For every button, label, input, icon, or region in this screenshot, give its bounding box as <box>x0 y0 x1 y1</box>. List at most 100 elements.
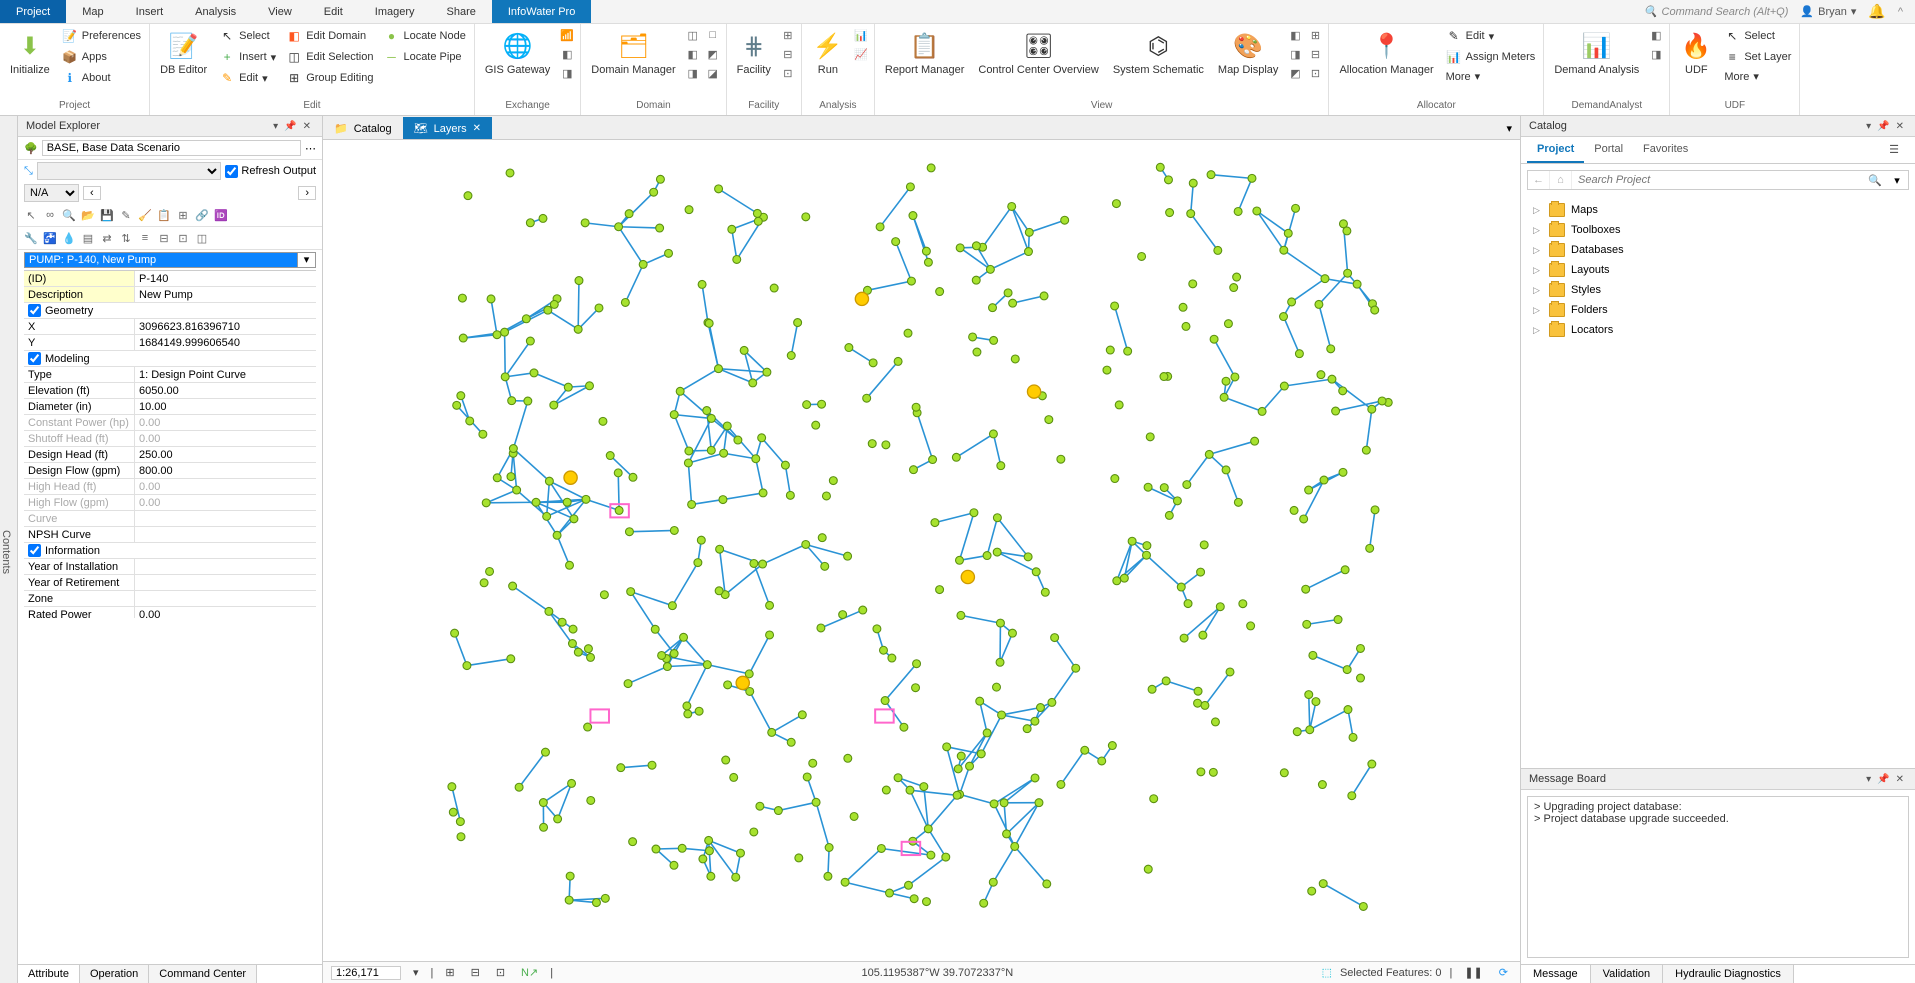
facility-opt-2[interactable]: ⊟ <box>779 45 797 63</box>
element-select-input[interactable] <box>24 252 298 268</box>
property-row[interactable]: Modeling <box>24 351 316 367</box>
catalog-home-icon[interactable]: ⌂ <box>1550 171 1572 189</box>
preferences-button[interactable]: 📝Preferences <box>58 26 145 46</box>
edit-selection-button[interactable]: ◫Edit Selection <box>282 47 377 67</box>
property-row[interactable]: Year of Retirement <box>24 575 316 591</box>
tb-id[interactable]: 🆔 <box>212 206 230 224</box>
property-row[interactable]: Geometry <box>24 303 316 319</box>
close-icon[interactable]: ✕ <box>300 121 314 132</box>
demand-opt-2[interactable]: ◨ <box>1647 45 1665 63</box>
run-button[interactable]: ⚡Run <box>806 26 850 80</box>
tb2-7[interactable]: ≡ <box>136 229 154 247</box>
analysis-opt-2[interactable]: 📈 <box>852 45 870 63</box>
tb-chain[interactable]: 🔗 <box>193 206 211 224</box>
tb2-4[interactable]: ▤ <box>79 229 97 247</box>
catalog-item-maps[interactable]: ▷Maps <box>1529 200 1907 220</box>
property-row[interactable]: Constant Power (hp)0.00 <box>24 415 316 431</box>
close-icon[interactable]: ✕ <box>1893 121 1907 132</box>
close-tab-icon[interactable]: ✕ <box>473 123 481 134</box>
property-row[interactable]: Design Head (ft)250.00 <box>24 447 316 463</box>
tb-edit[interactable]: ✎ <box>117 206 135 224</box>
prev-button[interactable]: ‹ <box>83 186 101 200</box>
close-icon[interactable]: ✕ <box>1893 774 1907 785</box>
map-display-button[interactable]: 🎨Map Display <box>1212 26 1285 80</box>
catalog-favorites-tab[interactable]: Favorites <box>1633 137 1698 163</box>
catalog-item-toolboxes[interactable]: ▷Toolboxes <box>1529 220 1907 240</box>
catalog-project-tab[interactable]: Project <box>1527 137 1584 163</box>
domain-opt-2[interactable]: ◧ <box>684 45 702 63</box>
tb-zoom[interactable]: 🔍 <box>60 206 78 224</box>
panel-options-icon[interactable]: ▾ <box>270 121 281 132</box>
tab-analysis[interactable]: Analysis <box>179 0 252 23</box>
pin-icon[interactable]: 📌 <box>281 121 299 132</box>
property-row[interactable]: Shutoff Head (ft)0.00 <box>24 431 316 447</box>
tab-map[interactable]: Map <box>66 0 119 23</box>
domain-opt-1[interactable]: ◫ <box>684 26 702 44</box>
scenario-input[interactable] <box>42 140 301 156</box>
property-row[interactable]: High Flow (gpm)0.00 <box>24 495 316 511</box>
pin-icon[interactable]: 📌 <box>1874 121 1892 132</box>
property-row[interactable]: High Head (ft)0.00 <box>24 479 316 495</box>
doc-tabs-menu[interactable]: ▾ <box>1498 118 1520 139</box>
tab-imagery[interactable]: Imagery <box>359 0 431 23</box>
domain-manager-button[interactable]: 🗂Domain Manager <box>585 26 681 80</box>
view-opt-1[interactable]: ◧ <box>1286 26 1304 44</box>
udf-button[interactable]: 🔥UDF <box>1674 26 1718 80</box>
refresh-icon[interactable]: ⟳ <box>1495 966 1512 979</box>
selected-features-label[interactable]: Selected Features: 0 <box>1340 967 1442 979</box>
tab-project[interactable]: Project <box>0 0 66 23</box>
tool-icon[interactable]: ⤡ <box>24 165 33 178</box>
catalog-doc-tab[interactable]: 📁Catalog <box>323 117 403 139</box>
tab-edit[interactable]: Edit <box>308 0 359 23</box>
apps-button[interactable]: 📦Apps <box>58 47 145 67</box>
udf-select-button[interactable]: ↖Select <box>1720 26 1795 46</box>
tb2-9[interactable]: ⊡ <box>174 229 192 247</box>
tab-view[interactable]: View <box>252 0 308 23</box>
command-center-tab[interactable]: Command Center <box>149 965 257 983</box>
initialize-button[interactable]: ⬇Initialize <box>4 26 56 80</box>
catalog-back-icon[interactable]: ← <box>1528 171 1550 189</box>
tb2-8[interactable]: ⊟ <box>155 229 173 247</box>
exchange-opt-1[interactable]: 📶 <box>558 26 576 44</box>
sb-tool-4[interactable]: N↗ <box>517 966 542 979</box>
group-editing-button[interactable]: ⊞Group Editing <box>282 68 377 88</box>
control-center-button[interactable]: 🎛Control Center Overview <box>972 26 1104 80</box>
property-row[interactable]: NPSH Curve <box>24 527 316 543</box>
property-row[interactable]: Diameter (in)10.00 <box>24 399 316 415</box>
catalog-search-icon[interactable]: 🔍 <box>1864 171 1886 189</box>
property-row[interactable]: Type1: Design Point Curve <box>24 367 316 383</box>
exchange-opt-2[interactable]: ◧ <box>558 45 576 63</box>
analysis-opt-1[interactable]: 📊 <box>852 26 870 44</box>
view-opt-6[interactable]: ⊡ <box>1306 64 1324 82</box>
element-select-dropdown[interactable]: ▾ <box>298 252 316 268</box>
tb-link[interactable]: ∞ <box>41 206 59 224</box>
db-editor-button[interactable]: 📝DB Editor <box>154 26 213 80</box>
insert-button[interactable]: +Insert ▾ <box>215 47 280 67</box>
allocator-edit-button[interactable]: ✎Edit ▾ <box>1442 26 1540 46</box>
about-button[interactable]: ℹAbout <box>58 68 145 88</box>
gis-gateway-button[interactable]: 🌐GIS Gateway <box>479 26 556 80</box>
exchange-opt-3[interactable]: ◨ <box>558 64 576 82</box>
panel-options-icon[interactable]: ▾ <box>1863 121 1874 132</box>
user-menu[interactable]: 👤 Bryan ▾ <box>1800 5 1856 18</box>
tb2-1[interactable]: 🔧 <box>22 229 40 247</box>
scenario-options-icon[interactable]: ⋯ <box>305 142 316 155</box>
tab-share[interactable]: Share <box>431 0 492 23</box>
refresh-output-checkbox[interactable]: Refresh Output <box>225 165 316 178</box>
catalog-item-styles[interactable]: ▷Styles <box>1529 280 1907 300</box>
domain-opt-5[interactable]: ◩ <box>704 45 722 63</box>
property-row[interactable]: Rated Power0.00 <box>24 607 316 618</box>
locate-node-button[interactable]: ●Locate Node <box>379 26 469 46</box>
facility-opt-3[interactable]: ⊡ <box>779 64 797 82</box>
layers-doc-tab[interactable]: 🗺Layers✕ <box>403 117 492 139</box>
scale-dropdown[interactable]: ▾ <box>409 966 423 979</box>
tb-copy[interactable]: 📋 <box>155 206 173 224</box>
command-search[interactable]: 🔍 Command Search (Alt+Q) <box>1644 5 1789 18</box>
map-view[interactable] <box>323 140 1520 961</box>
pin-icon[interactable]: 📌 <box>1874 774 1892 785</box>
assign-meters-button[interactable]: 📊Assign Meters <box>1442 47 1540 67</box>
catalog-item-folders[interactable]: ▷Folders <box>1529 300 1907 320</box>
filter-select[interactable] <box>37 162 222 180</box>
property-row[interactable]: Year of Installation <box>24 559 316 575</box>
notifications-icon[interactable]: 🔔 <box>1868 3 1885 20</box>
